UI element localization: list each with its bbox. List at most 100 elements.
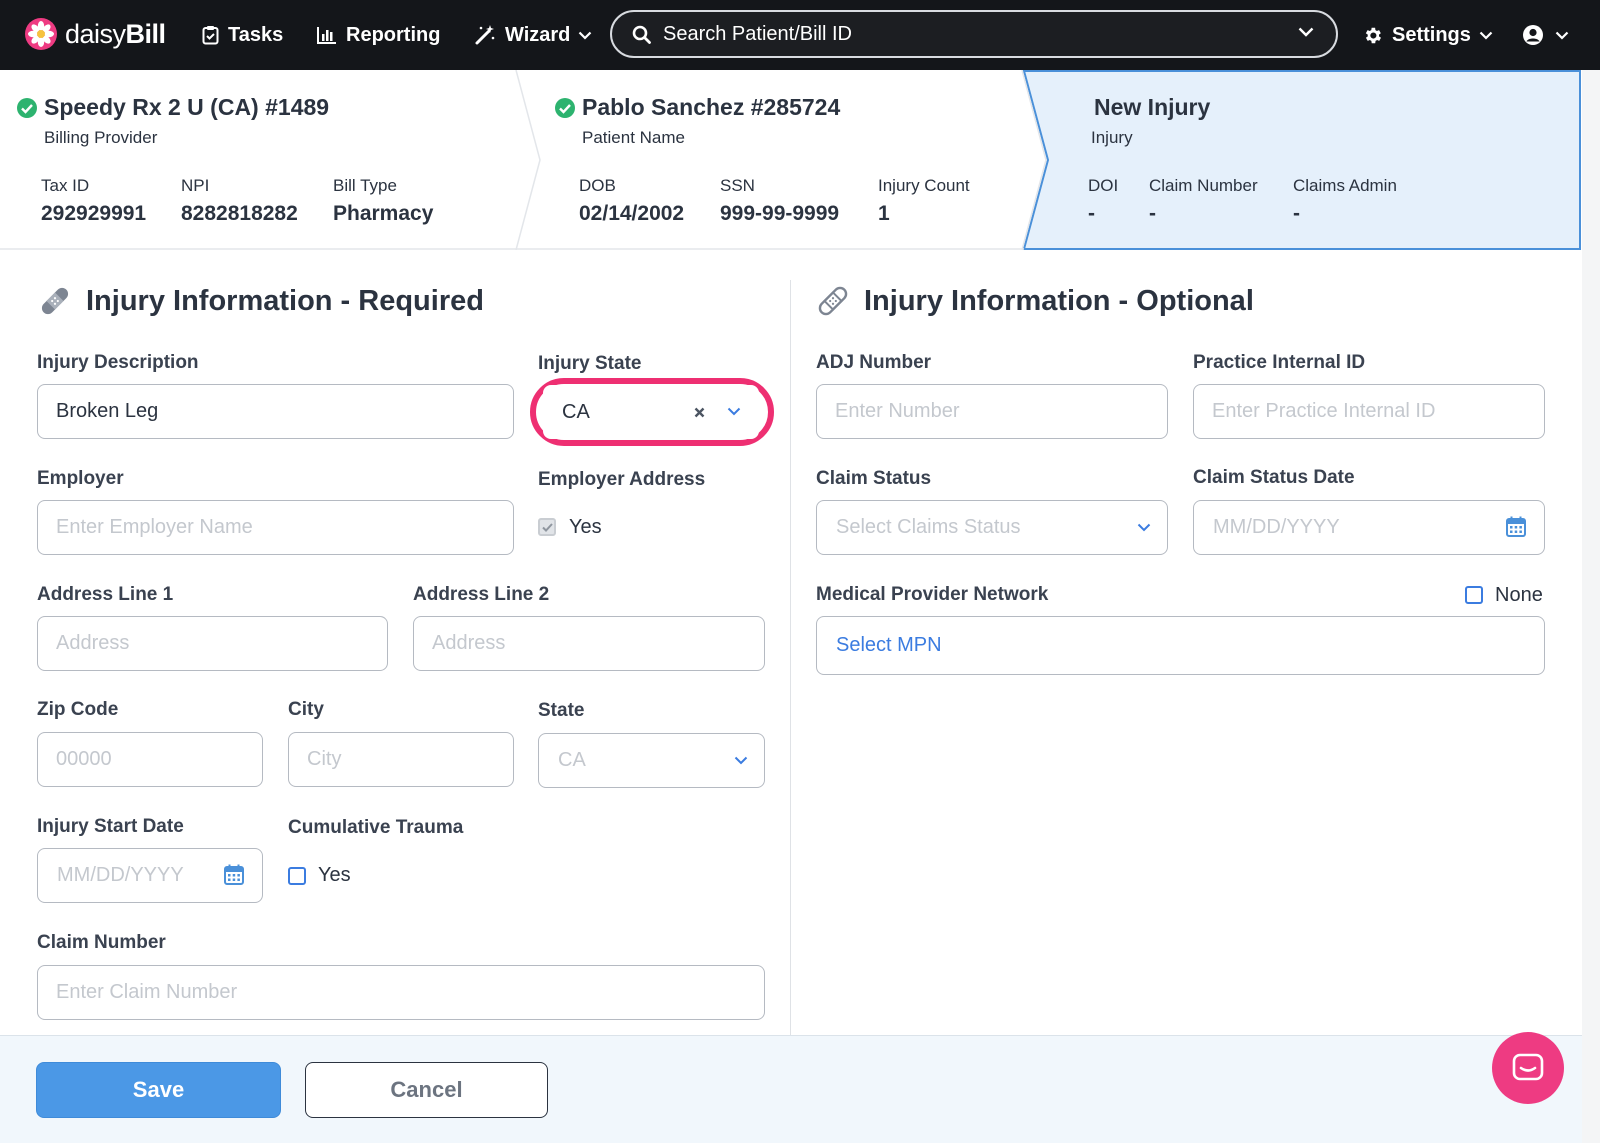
column-divider — [790, 280, 791, 1035]
claim-status-date-input[interactable]: MM/DD/YYYY — [1193, 500, 1545, 555]
practice-internal-id-label: Practice Internal ID — [1193, 352, 1366, 373]
required-section-title: Injury Information - Required — [38, 284, 484, 318]
injury-start-date-label: Injury Start Date — [37, 816, 184, 837]
optional-title-text: Injury Information - Optional — [864, 284, 1254, 317]
injury-description-label: Injury Description — [37, 352, 199, 373]
daisybill-logo[interactable]: daisyBill — [24, 17, 166, 51]
address-line-1-input[interactable] — [37, 616, 388, 671]
top-navbar: daisyBill Tasks Reporting Wizard Setting… — [0, 0, 1600, 70]
bandage-icon — [41, 287, 69, 315]
clipboard-check-icon — [202, 26, 219, 45]
search-input[interactable] — [663, 22, 1283, 46]
bandage-icon — [818, 286, 848, 316]
zip-code-input[interactable] — [37, 732, 263, 787]
chevron-down-icon — [1479, 31, 1493, 40]
check-circle-icon — [555, 97, 575, 118]
nav-settings[interactable]: Settings — [1362, 20, 1493, 50]
patient-search[interactable] — [610, 10, 1338, 58]
cumulative-trauma-label: Cumulative Trauma — [288, 817, 464, 838]
chevron-down-icon — [727, 407, 741, 416]
chevron-down-icon — [734, 756, 748, 765]
calendar-icon[interactable] — [1506, 516, 1526, 537]
claim-status-select[interactable]: Select Claims Status — [816, 500, 1168, 555]
bill-type-label: Bill Type — [333, 176, 397, 195]
user-menu[interactable] — [1522, 20, 1569, 50]
mpn-label: Medical Provider Network — [816, 584, 1049, 605]
npi-value: 8282818282 — [181, 202, 298, 225]
form-footer: Save Cancel — [0, 1035, 1582, 1143]
employer-address-checkbox[interactable] — [538, 518, 556, 536]
billing-provider-crumb[interactable]: Speedy Rx 2 U (CA) #1489 Billing Provide… — [0, 70, 520, 250]
cumulative-trauma-yes-label: Yes — [318, 864, 351, 886]
injury-crumb[interactable]: New Injury Injury DOI - Claim Number - C… — [1030, 70, 1582, 250]
state-select[interactable]: CA — [538, 733, 765, 788]
optional-section-title: Injury Information - Optional — [816, 284, 1254, 318]
injury-state-select[interactable]: CA — [543, 385, 759, 439]
injury-start-date-input[interactable]: MM/DD/YYYY — [37, 848, 263, 903]
address-line-2-label: Address Line 2 — [413, 584, 550, 605]
billing-provider-name: Speedy Rx 2 U (CA) #1489 — [44, 94, 330, 120]
nav-wizard-label: Wizard — [505, 23, 571, 46]
dob-label: DOB — [579, 176, 616, 195]
cumulative-trauma-checkbox[interactable] — [288, 867, 306, 885]
mpn-none-label: None — [1495, 584, 1543, 606]
injury-subtitle: Injury — [1091, 128, 1133, 147]
search-icon — [632, 25, 651, 44]
chat-icon — [1512, 1053, 1544, 1081]
required-title-text: Injury Information - Required — [86, 284, 484, 317]
claim-status-label: Claim Status — [816, 468, 932, 489]
patient-crumb[interactable]: Pablo Sanchez #285724 Patient Name DOB 0… — [520, 70, 1030, 250]
claim-number-label: Claim Number — [1149, 176, 1258, 195]
calendar-icon[interactable] — [224, 864, 244, 885]
employer-input[interactable] — [37, 500, 514, 555]
claim-status-date-placeholder: MM/DD/YYYY — [1213, 516, 1340, 538]
adj-number-input[interactable] — [816, 384, 1168, 439]
billing-provider-title: Speedy Rx 2 U (CA) #1489 — [16, 94, 329, 121]
cancel-button[interactable]: Cancel — [305, 1062, 548, 1118]
claim-number-input[interactable] — [37, 965, 765, 1020]
patient-name: Pablo Sanchez #285724 — [582, 94, 841, 120]
nav-tasks[interactable]: Tasks — [202, 20, 283, 50]
user-avatar-icon — [1523, 25, 1543, 45]
chevron-down-icon[interactable] — [1298, 27, 1314, 37]
practice-internal-id-input[interactable] — [1193, 384, 1545, 439]
employer-address-label: Employer Address — [538, 469, 706, 490]
doi-label: DOI — [1088, 176, 1119, 195]
chevron-down-icon — [579, 31, 592, 40]
claim-number-value: - — [1149, 202, 1156, 225]
check-circle-icon — [17, 97, 37, 118]
bill-type-value: Pharmacy — [333, 202, 434, 225]
employer-address-yes-label: Yes — [569, 516, 602, 538]
city-input[interactable] — [288, 732, 514, 787]
nav-reporting-label: Reporting — [346, 23, 441, 46]
dob-value: 02/14/2002 — [579, 202, 685, 225]
address-line-1-label: Address Line 1 — [37, 584, 174, 605]
tax-id-label: Tax ID — [41, 176, 90, 195]
patient-title: Pablo Sanchez #285724 — [554, 94, 840, 121]
chat-launcher[interactable] — [1492, 1032, 1564, 1104]
checkmark-icon — [542, 523, 553, 532]
city-label: City — [288, 699, 324, 720]
nav-tasks-label: Tasks — [228, 23, 284, 46]
injury-title: New Injury — [1094, 94, 1211, 120]
daisy-flower-icon — [25, 18, 57, 50]
bill-breadcrumb: Speedy Rx 2 U (CA) #1489 Billing Provide… — [0, 70, 1582, 250]
nav-reporting[interactable]: Reporting — [317, 20, 440, 50]
mpn-select[interactable]: Select MPN — [816, 616, 1545, 675]
save-button[interactable]: Save — [36, 1062, 281, 1118]
injury-count-value: 1 — [878, 202, 890, 225]
injury-state-value: CA — [562, 400, 590, 423]
claims-admin-label: Claims Admin — [1293, 176, 1397, 195]
page-scrollbar[interactable] — [1582, 70, 1600, 1143]
doi-value: - — [1088, 202, 1095, 225]
mpn-none-checkbox[interactable] — [1465, 586, 1483, 604]
ssn-label: SSN — [720, 176, 755, 195]
nav-wizard[interactable]: Wizard — [474, 20, 592, 50]
claim-number-label: Claim Number — [37, 932, 166, 953]
clear-icon[interactable] — [694, 407, 705, 418]
claim-status-placeholder: Select Claims Status — [836, 516, 1021, 538]
injury-description-input[interactable] — [37, 384, 514, 439]
adj-number-label: ADJ Number — [816, 352, 932, 373]
state-label: State — [538, 700, 585, 721]
address-line-2-input[interactable] — [413, 616, 765, 671]
